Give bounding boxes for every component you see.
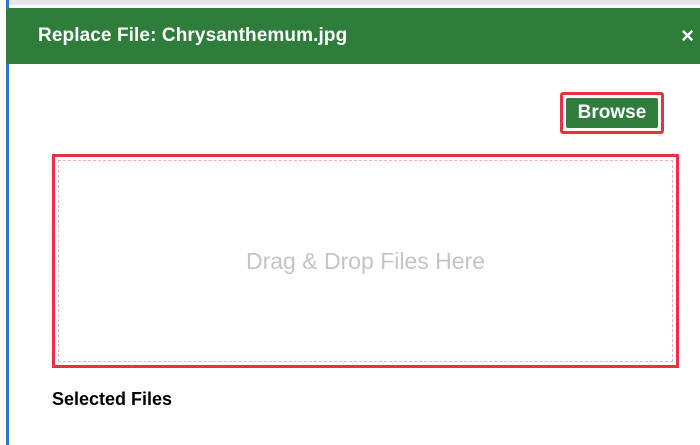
window-left-edge <box>6 0 9 445</box>
screenshot-frame: Replace File: Chrysanthemum.jpg × Browse… <box>0 0 700 445</box>
dialog-title: Replace File: Chrysanthemum.jpg <box>38 25 348 46</box>
browse-highlight: Browse <box>560 92 664 134</box>
dialog-titlebar: Replace File: Chrysanthemum.jpg × <box>6 8 700 64</box>
browse-button[interactable]: Browse <box>566 98 658 128</box>
selected-files-heading: Selected Files <box>52 389 173 409</box>
drop-zone-placeholder: Drag & Drop Files Here <box>245 247 486 274</box>
file-drop-zone[interactable]: Drag & Drop Files Here <box>52 154 679 368</box>
window-top-edge <box>6 0 700 5</box>
close-icon[interactable]: × <box>681 25 694 47</box>
